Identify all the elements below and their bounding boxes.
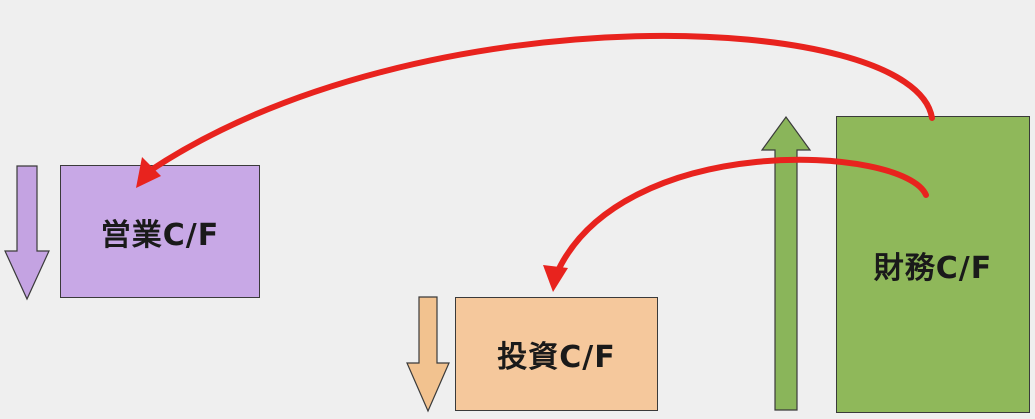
flow-financing-to-investing-arrowhead (543, 265, 568, 292)
flow-arrows-layer (136, 32, 935, 292)
cash-flow-diagram: 営業C/F 投資C/F 財務C/F (0, 0, 1035, 419)
flow-financing-to-operating-line (145, 32, 935, 175)
flow-financing-to-investing-line (553, 156, 929, 278)
flow-financing-to-operating-arrowhead (136, 157, 161, 188)
